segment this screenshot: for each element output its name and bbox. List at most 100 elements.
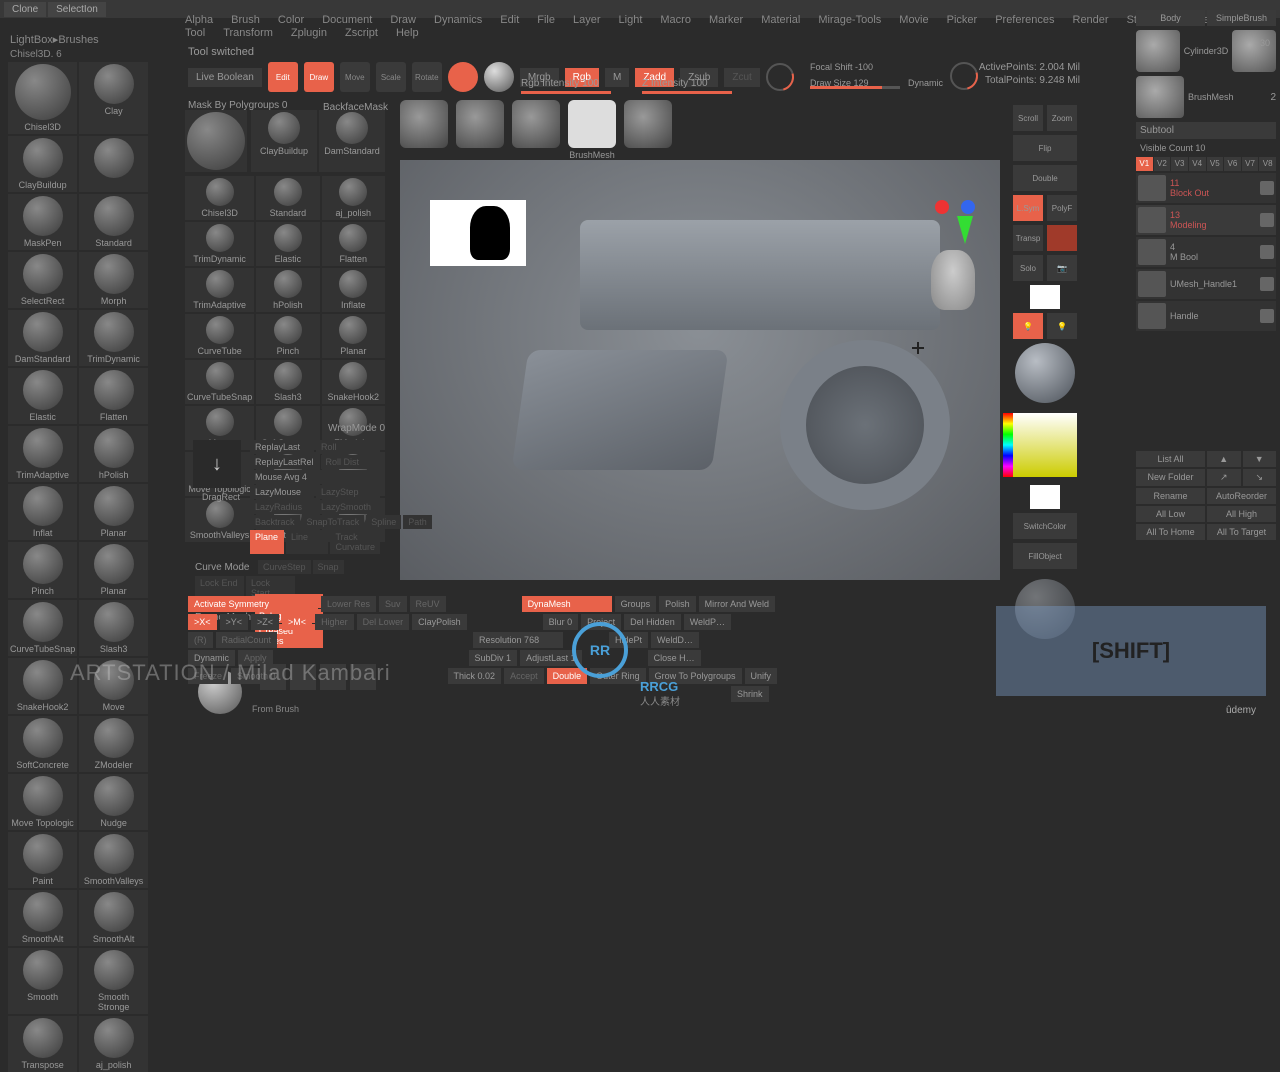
brush-DamStandard[interactable]: DamStandard — [8, 310, 77, 366]
vtab-V7[interactable]: V7 — [1242, 157, 1259, 171]
vtab-V8[interactable]: V8 — [1259, 157, 1276, 171]
menu-material[interactable]: Material — [761, 14, 800, 26]
brush-CurveTubeSnap[interactable]: CurveTubeSnap — [185, 360, 254, 404]
visibility-eye-icon[interactable] — [1260, 213, 1274, 227]
brush-SmoothAlt[interactable]: SmoothAlt — [8, 890, 77, 946]
brush-SelectRect[interactable]: SelectRect — [8, 252, 77, 308]
secondary-color-swatch[interactable] — [1030, 485, 1060, 509]
light-off-icon[interactable]: 💡 — [1047, 313, 1077, 339]
stroke-0[interactable] — [400, 100, 448, 160]
curve-mode-label[interactable]: Curve Mode — [195, 562, 249, 573]
all-low-button[interactable]: All Low — [1136, 506, 1205, 522]
subtool-Block Out[interactable]: 11Block Out — [1136, 173, 1276, 203]
brush-Slash3[interactable]: Slash3 — [256, 360, 319, 404]
menu-picker[interactable]: Picker — [947, 14, 978, 26]
brush-Elastic[interactable]: Elastic — [8, 368, 77, 424]
y-sym-button[interactable]: >Y< — [220, 614, 249, 630]
roll-button[interactable]: Roll — [316, 440, 380, 454]
menu-edit[interactable]: Edit — [500, 14, 519, 26]
draw-size-bar[interactable] — [810, 86, 900, 89]
accept-button[interactable]: Accept — [504, 668, 544, 684]
brush-ZModeler[interactable]: ZModeler — [79, 716, 148, 772]
line-toggle[interactable]: Line — [286, 530, 328, 554]
camera-icon[interactable]: 📷 — [1047, 255, 1077, 281]
backtrack-toggle[interactable]: Backtrack — [250, 515, 300, 529]
solo-button[interactable]: Solo — [1013, 255, 1043, 281]
del-lower-button[interactable]: Del Lower — [357, 614, 410, 630]
brush-Flatten[interactable]: Flatten — [322, 222, 385, 266]
material-preview-ball[interactable] — [1015, 343, 1075, 403]
menu-alpha[interactable]: Alpha — [185, 14, 213, 26]
vtab-V5[interactable]: V5 — [1207, 157, 1224, 171]
brush-SnakeHook2[interactable]: SnakeHook2 — [8, 658, 77, 714]
replay-last-rel-button[interactable]: ReplayLastRel — [250, 455, 319, 469]
track-curvature-slider[interactable]: Track Curvature — [330, 530, 380, 554]
lower-res-button[interactable]: Lower Res — [321, 596, 376, 612]
groups-button[interactable]: Groups — [615, 596, 657, 612]
edit-mode-button[interactable]: Edit — [268, 62, 298, 92]
brush-Smooth[interactable]: Smooth — [8, 948, 77, 1014]
dynamic-toggle[interactable]: Dynamic — [908, 78, 943, 88]
visibility-eye-icon[interactable] — [1260, 181, 1274, 195]
brush-TrimAdaptive[interactable]: TrimAdaptive — [8, 426, 77, 482]
arrow-down-icon[interactable]: ▼ — [1243, 451, 1277, 467]
submenu-help[interactable]: Help — [396, 27, 419, 39]
brush-Slash3[interactable]: Slash3 — [79, 600, 148, 656]
visibility-eye-icon[interactable] — [1260, 277, 1274, 291]
stroke-1[interactable] — [456, 100, 504, 160]
brush-MaskPen[interactable]: MaskPen — [8, 194, 77, 250]
all-to-target-button[interactable]: All To Target — [1207, 524, 1276, 540]
mouse-avg-slider[interactable]: Mouse Avg 4 — [250, 470, 380, 484]
reference-thumbnail[interactable] — [430, 200, 526, 266]
menu-layer[interactable]: Layer — [573, 14, 601, 26]
nav-gizmo[interactable] — [935, 200, 975, 250]
brush-Flatten[interactable]: Flatten — [79, 368, 148, 424]
brush-Pinch[interactable]: Pinch — [256, 314, 319, 358]
zoom-button[interactable]: Zoom — [1047, 105, 1077, 131]
brushmesh-tool-thumb[interactable] — [1136, 76, 1184, 118]
brush-CurveTube[interactable]: CurveTube — [185, 314, 254, 358]
brush-Smooth Stronge[interactable]: Smooth Stronge — [79, 948, 148, 1014]
menu-marker[interactable]: Marker — [709, 14, 743, 26]
material-swatch[interactable] — [448, 62, 478, 92]
brush-Planar[interactable]: Planar — [79, 542, 148, 598]
brush-aj_polish[interactable]: aj_polish — [79, 1016, 148, 1072]
menu-mirage-tools[interactable]: Mirage-Tools — [818, 14, 881, 26]
brush-hPolish[interactable]: hPolish — [79, 426, 148, 482]
reuv-button[interactable]: ReUV — [410, 596, 446, 612]
visibility-eye-icon[interactable] — [1260, 309, 1274, 323]
lazy-smooth-slider[interactable]: LazySmooth — [316, 500, 380, 514]
brush-Planar[interactable]: Planar — [79, 484, 148, 540]
light-icon[interactable]: 💡 — [1013, 313, 1043, 339]
move-up-icon[interactable]: ↗ — [1207, 469, 1241, 486]
selection-button[interactable]: SelectIon — [48, 2, 106, 17]
current-brush-thumb[interactable] — [185, 110, 247, 172]
stroke-3[interactable]: BrushMesh — [568, 100, 616, 160]
z-sym-button[interactable]: >Z< — [251, 614, 279, 630]
lsym-button[interactable]: L.Sym — [1013, 195, 1043, 221]
polyf-button[interactable]: PolyF — [1047, 195, 1077, 221]
spline-toggle[interactable]: Spline — [366, 515, 401, 529]
camera-head-icon[interactable] — [931, 250, 975, 310]
brush-aj_polish[interactable]: aj_polish — [322, 176, 385, 220]
subtool-Modeling[interactable]: 13Modeling — [1136, 205, 1276, 235]
lazy-mouse-toggle[interactable]: LazyMouse — [250, 485, 314, 499]
clay-polish-button[interactable]: ClayPolish — [412, 614, 467, 630]
unify-button[interactable]: Unify — [745, 668, 778, 684]
dynamesh-button[interactable]: DynaMesh — [522, 596, 612, 612]
color-picker[interactable] — [1013, 413, 1077, 477]
scroll-button[interactable]: Scroll — [1013, 105, 1043, 131]
brush-TrimAdaptive[interactable]: TrimAdaptive — [185, 268, 254, 312]
brush-Planar[interactable]: Planar — [322, 314, 385, 358]
subtool-UMesh_Handle1[interactable]: UMesh_Handle1 — [1136, 269, 1276, 299]
move-down-icon[interactable]: ↘ — [1243, 469, 1277, 486]
mirror-weld-button[interactable]: Mirror And Weld — [699, 596, 775, 612]
subtool-Handle[interactable]: Handle — [1136, 301, 1276, 331]
snap-to-track-toggle[interactable]: SnapToTrack — [302, 515, 365, 529]
brush-DamStandard[interactable]: DamStandard — [319, 110, 385, 172]
subdiv-slider[interactable]: SubDiv 1 — [469, 650, 518, 666]
close-holes-button[interactable]: Close H… — [648, 650, 701, 666]
brush-Standard[interactable]: Standard — [79, 194, 148, 250]
subtool-header[interactable]: Subtool — [1136, 122, 1276, 139]
drag-rect-thumb[interactable] — [193, 440, 241, 488]
